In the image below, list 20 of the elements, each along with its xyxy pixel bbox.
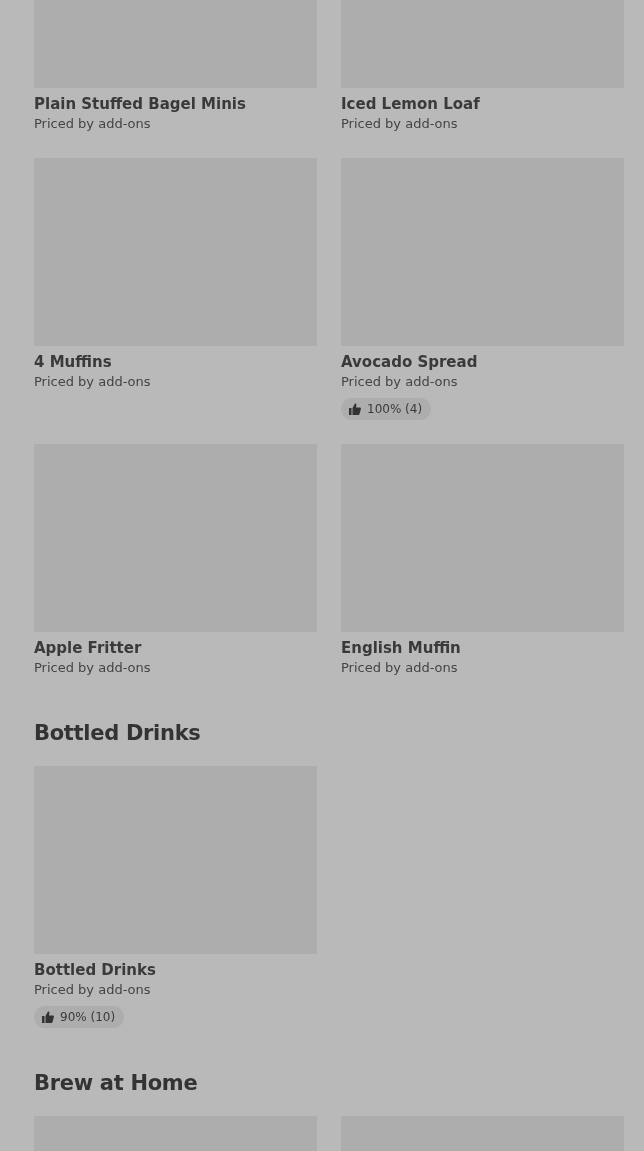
rating-badge: 100% (4) (341, 398, 432, 420)
price-note: Priced by add-ons (341, 373, 459, 391)
item-title: Apple Fritter (34, 638, 143, 658)
section-heading: Bottled Drinks (34, 720, 202, 747)
item-title: English Muffin (341, 638, 462, 658)
rating-badge: 90% (10) (34, 1006, 125, 1028)
price-note: Priced by add-ons (34, 373, 152, 391)
price-note: Priced by add-ons (34, 659, 152, 677)
price-note: Priced by add-ons (34, 115, 152, 133)
item-title: 4 Muffins (34, 352, 113, 372)
item-title: Avocado Spread (341, 352, 479, 372)
item-title: Bottled Drinks (34, 960, 157, 980)
thumbs-up-icon (42, 1011, 54, 1023)
item-title: Plain Stuffed Bagel Minis (34, 94, 247, 114)
item-title: Iced Lemon Loaf (341, 94, 481, 114)
price-note: Priced by add-ons (341, 659, 459, 677)
price-note: Priced by add-ons (34, 981, 152, 999)
price-note: Priced by add-ons (341, 115, 459, 133)
section-heading: Brew at Home (34, 1070, 199, 1097)
thumbs-up-icon (349, 403, 361, 415)
